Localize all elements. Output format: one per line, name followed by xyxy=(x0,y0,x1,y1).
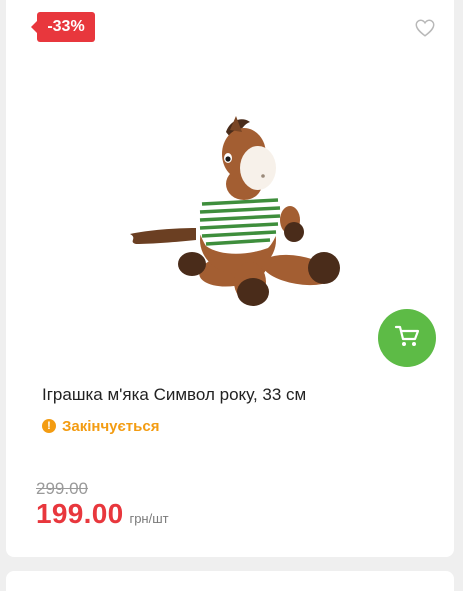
product-card: -33% Іграшка м'яка Символ року, 33 см ! … xyxy=(6,0,454,557)
price-unit: грн/шт xyxy=(129,511,169,526)
price-row: 199.00 грн/шт xyxy=(36,498,169,530)
next-product-card xyxy=(6,571,454,591)
heart-icon[interactable] xyxy=(414,17,436,39)
stock-status-label: Закінчується xyxy=(62,417,160,435)
stock-status: ! Закінчується xyxy=(42,416,159,436)
current-price: 199.00 xyxy=(36,498,124,529)
old-price: 299.00 xyxy=(36,479,88,498)
product-title[interactable]: Іграшка м'яка Символ року, 33 см xyxy=(42,384,442,406)
product-image[interactable] xyxy=(118,110,354,315)
discount-badge: -33% xyxy=(31,12,95,42)
add-to-cart-button[interactable] xyxy=(378,309,436,367)
warning-icon: ! xyxy=(42,419,56,433)
shopping-cart-icon xyxy=(394,324,420,353)
